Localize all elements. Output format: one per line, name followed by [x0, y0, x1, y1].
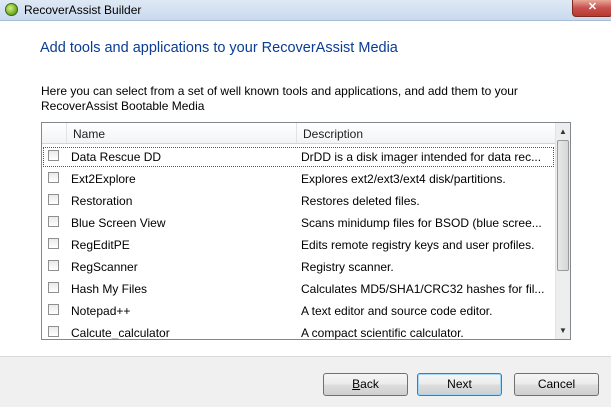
row-name: Restoration — [71, 194, 133, 208]
row-name: Calcute_calculator — [71, 326, 170, 340]
page-heading: Add tools and applications to your Recov… — [40, 40, 398, 56]
row-name: Notepad++ — [71, 304, 131, 318]
row-description: A text editor and source code editor. — [301, 304, 493, 318]
header-separator — [66, 123, 67, 143]
list-item[interactable]: RegEditPE Edits remote registry keys and … — [42, 234, 555, 256]
row-description: Scans minidump files for BSOD (blue scre… — [301, 216, 542, 230]
title-bar: RecoverAssist Builder ✕ — [0, 0, 611, 21]
list-item[interactable]: Blue Screen View Scans minidump files for… — [42, 212, 555, 234]
row-description: Registry scanner. — [301, 260, 394, 274]
row-description: Edits remote registry keys and user prof… — [301, 238, 535, 252]
recoverassist-app-icon — [5, 3, 18, 16]
row-name: Ext2Explore — [71, 172, 136, 186]
page-description: Here you can select from a set of well k… — [41, 84, 518, 113]
row-description: Calculates MD5/SHA1/CRC32 hashes for fil… — [301, 282, 545, 296]
back-button[interactable]: Back — [323, 373, 408, 396]
row-description: Explores ext2/ext3/ext4 disk/partitions. — [301, 172, 506, 186]
row-checkbox[interactable] — [48, 304, 59, 315]
scroll-up-arrow-icon[interactable]: ▲ — [556, 123, 570, 140]
row-checkbox[interactable] — [48, 150, 59, 161]
list-item[interactable]: Restoration Restores deleted files. — [42, 190, 555, 212]
back-mnemonic: B — [352, 377, 361, 391]
window-close-button[interactable]: ✕ — [572, 0, 611, 17]
list-item[interactable]: Calcute_calculator A compact scientific c… — [42, 322, 555, 340]
scroll-down-arrow-icon[interactable]: ▼ — [556, 322, 570, 339]
row-name: RegScanner — [71, 260, 138, 274]
row-checkbox[interactable] — [48, 326, 59, 337]
row-checkbox[interactable] — [48, 260, 59, 271]
scrollbar-thumb[interactable] — [557, 140, 569, 271]
row-name: RegEditPE — [71, 238, 130, 252]
cancel-button[interactable]: Cancel — [514, 373, 599, 396]
row-checkbox[interactable] — [48, 216, 59, 227]
row-checkbox[interactable] — [48, 172, 59, 183]
row-name: Hash My Files — [71, 282, 148, 296]
column-header-name[interactable]: Name — [73, 127, 105, 141]
row-name: Data Rescue DD — [71, 150, 162, 164]
header-separator[interactable] — [296, 123, 297, 143]
row-checkbox[interactable] — [48, 238, 59, 249]
row-checkbox[interactable] — [48, 194, 59, 205]
row-checkbox[interactable] — [48, 282, 59, 293]
window-title: RecoverAssist Builder — [24, 3, 142, 17]
column-header-description[interactable]: Description — [303, 127, 363, 141]
list-item[interactable]: Hash My Files Calculates MD5/SHA1/CRC32 h… — [42, 278, 555, 300]
list-item[interactable]: Data Rescue DD DrDD is a disk imager inte… — [42, 146, 555, 168]
list-header: Name Description — [42, 123, 555, 144]
vertical-scrollbar[interactable]: ▲ ▼ — [555, 123, 570, 339]
row-description: A compact scientific calculator. — [301, 326, 464, 340]
back-label: ack — [360, 377, 379, 391]
tools-list[interactable]: Name Description Data Rescue DD DrDD is a… — [41, 122, 571, 340]
list-item[interactable]: RegScanner Registry scanner. — [42, 256, 555, 278]
list-item[interactable]: Notepad++ A text editor and source code e… — [42, 300, 555, 322]
next-button[interactable]: Next — [417, 373, 502, 396]
list-item[interactable]: Ext2Explore Explores ext2/ext3/ext4 disk/… — [42, 168, 555, 190]
row-description: DrDD is a disk imager intended for data … — [301, 150, 542, 164]
button-bar: Back Next Cancel — [0, 357, 611, 407]
row-description: Restores deleted files. — [301, 194, 420, 208]
row-name: Blue Screen View — [71, 216, 166, 230]
